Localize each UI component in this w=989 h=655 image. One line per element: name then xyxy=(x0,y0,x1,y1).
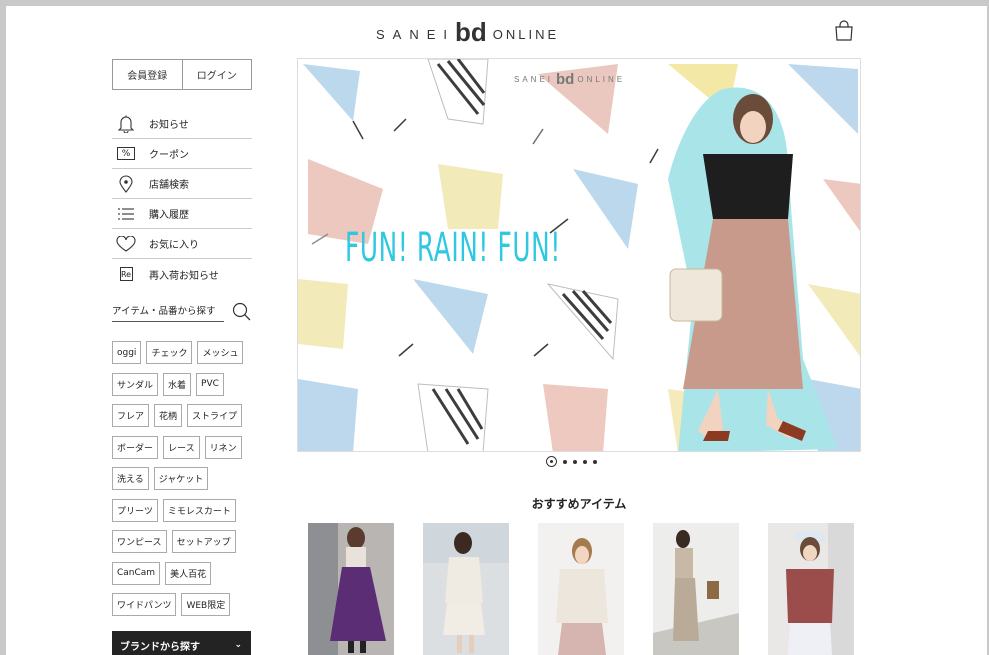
product-card[interactable] xyxy=(768,523,854,655)
search-input[interactable]: アイテム・品番から探す xyxy=(112,304,224,322)
keyword-tag[interactable]: WEB限定 xyxy=(181,593,231,616)
logo-mark: bd xyxy=(455,17,487,47)
keyword-tag[interactable]: ジャケット xyxy=(153,467,209,490)
shopping-bag-icon[interactable] xyxy=(834,20,854,42)
sidebar-item-label: クーポン xyxy=(149,150,189,161)
sidebar-item-restock[interactable]: Re 再入荷お知らせ xyxy=(112,259,252,289)
recommended-title: おすすめアイテム xyxy=(531,497,627,511)
product-card[interactable] xyxy=(308,523,394,655)
keyword-tag[interactable]: 水着 xyxy=(163,372,192,396)
tag-row: 洗える ジャケット xyxy=(112,467,260,499)
sidebar-item-purchase-history[interactable]: 購入履歴 xyxy=(112,199,252,229)
chevron-down-icon: ⌄ xyxy=(234,640,242,650)
carousel-dot[interactable] xyxy=(583,459,587,464)
tag-row: ワイドパンツ WEB限定 xyxy=(112,593,260,625)
keyword-tag[interactable]: メッシュ xyxy=(197,341,244,364)
hero-headline: FUN! RAIN! FUN! xyxy=(345,225,561,271)
sidebar-item-label: 購入履歴 xyxy=(149,210,189,221)
carousel-dot[interactable] xyxy=(593,459,597,464)
login-button[interactable]: ログイン xyxy=(181,60,252,89)
brand-search-label: ブランドから探す xyxy=(120,641,200,653)
carousel-dots xyxy=(546,456,597,467)
keyword-tag[interactable]: 花柄 xyxy=(154,404,183,427)
keyword-tag[interactable]: レース xyxy=(163,435,200,459)
hero-logo: SANEI bd ONLINE xyxy=(514,71,625,88)
logo-prefix: SANEI xyxy=(376,26,456,42)
carousel-dot[interactable] xyxy=(546,456,557,467)
product-image xyxy=(653,523,739,655)
sidebar-item-label: お知らせ xyxy=(149,120,189,131)
product-card[interactable] xyxy=(538,523,624,655)
product-image xyxy=(768,523,854,655)
keyword-tag[interactable]: PVC xyxy=(196,372,224,396)
coupon-icon: % xyxy=(115,145,137,163)
sidebar-menu: お知らせ % クーポン 店舗検索 購入履歴 お気に入り Re 再入荷お知らせ xyxy=(112,109,252,289)
keyword-tag[interactable]: ワンピース xyxy=(112,530,167,553)
tag-row: CanCam 美人百花 xyxy=(112,561,260,594)
keyword-tag[interactable]: ストライプ xyxy=(187,404,243,427)
hero-logo-suffix: ONLINE xyxy=(577,75,626,84)
register-button[interactable]: 会員登録 xyxy=(113,60,182,89)
tag-row: ボーダー レース リネン xyxy=(112,435,260,468)
sidebar-item-favorites[interactable]: お気に入り xyxy=(112,229,252,259)
hero-logo-prefix: SANEI xyxy=(514,75,554,84)
tag-row: oggi チェック メッシュ xyxy=(112,341,260,373)
restock-icon: Re xyxy=(115,265,137,283)
heart-icon xyxy=(115,235,137,253)
restock-icon-text: Re xyxy=(119,267,133,281)
keyword-tag[interactable]: フレア xyxy=(112,404,150,427)
sidebar-item-label: 再入荷お知らせ xyxy=(149,270,219,282)
tag-row: ワンピース セットアップ xyxy=(112,530,260,562)
hero-logo-mark: bd xyxy=(556,71,575,88)
keyword-tags: oggi チェック メッシュ サンダル 水着 PVC フレア 花柄 ストライプ ボーダー レース リネ… xyxy=(112,341,260,625)
bell-icon xyxy=(115,115,137,133)
keyword-tag[interactable]: リネン xyxy=(204,435,242,459)
item-search[interactable]: アイテム・品番から探す xyxy=(112,302,252,325)
keyword-tag[interactable]: ワイドパンツ xyxy=(112,593,177,616)
product-image xyxy=(308,523,394,655)
auth-buttons: 会員登録 ログイン xyxy=(112,59,252,90)
product-card[interactable] xyxy=(653,523,739,655)
hero-banner[interactable]: SANEI bd ONLINE FUN! RAIN! FUN! xyxy=(297,58,861,452)
logo-suffix: ONLINE xyxy=(492,26,560,42)
product-card[interactable] xyxy=(423,523,509,655)
tag-row: サンダル 水着 PVC xyxy=(112,372,260,405)
keyword-tag[interactable]: チェック xyxy=(146,341,193,364)
carousel-dot[interactable] xyxy=(573,459,577,464)
keyword-tag[interactable]: CanCam xyxy=(112,561,161,585)
site-logo[interactable]: SANEI bd ONLINE xyxy=(376,17,560,47)
location-pin-icon xyxy=(115,174,137,193)
sidebar-item-coupon[interactable]: % クーポン xyxy=(112,139,252,169)
keyword-tag[interactable]: oggi xyxy=(112,341,142,364)
keyword-tag[interactable]: セットアップ xyxy=(171,530,236,553)
keyword-tag[interactable]: 洗える xyxy=(112,467,149,490)
carousel-dot[interactable] xyxy=(563,459,567,464)
product-image xyxy=(423,523,509,655)
product-image xyxy=(538,523,624,655)
keyword-tag[interactable]: ボーダー xyxy=(112,435,159,459)
model-photo xyxy=(668,87,838,451)
sidebar-item-label: お気に入り xyxy=(149,240,199,251)
keyword-tag[interactable]: 美人百花 xyxy=(165,561,212,585)
keyword-tag[interactable]: プリーツ xyxy=(112,498,158,522)
sidebar-item-label: 店舗検索 xyxy=(149,180,189,191)
keyword-tag[interactable]: サンダル xyxy=(112,372,159,396)
list-icon xyxy=(115,205,137,223)
page: SANEI bd ONLINE 会員登録 ログイン お知らせ % クーポン 店舗… xyxy=(6,6,987,655)
recommended-products xyxy=(308,523,854,655)
brand-search-button[interactable]: ブランドから探す ⌄ xyxy=(112,631,251,655)
coupon-icon-text: % xyxy=(117,147,135,160)
tag-row: プリーツ ミモレスカート xyxy=(112,498,260,531)
keyword-tag[interactable]: ミモレスカート xyxy=(162,498,236,522)
sidebar-item-store-search[interactable]: 店舗検索 xyxy=(112,169,252,199)
search-icon[interactable] xyxy=(232,302,251,325)
tag-row: フレア 花柄 ストライプ xyxy=(112,404,260,436)
sidebar-item-news[interactable]: お知らせ xyxy=(112,109,252,139)
